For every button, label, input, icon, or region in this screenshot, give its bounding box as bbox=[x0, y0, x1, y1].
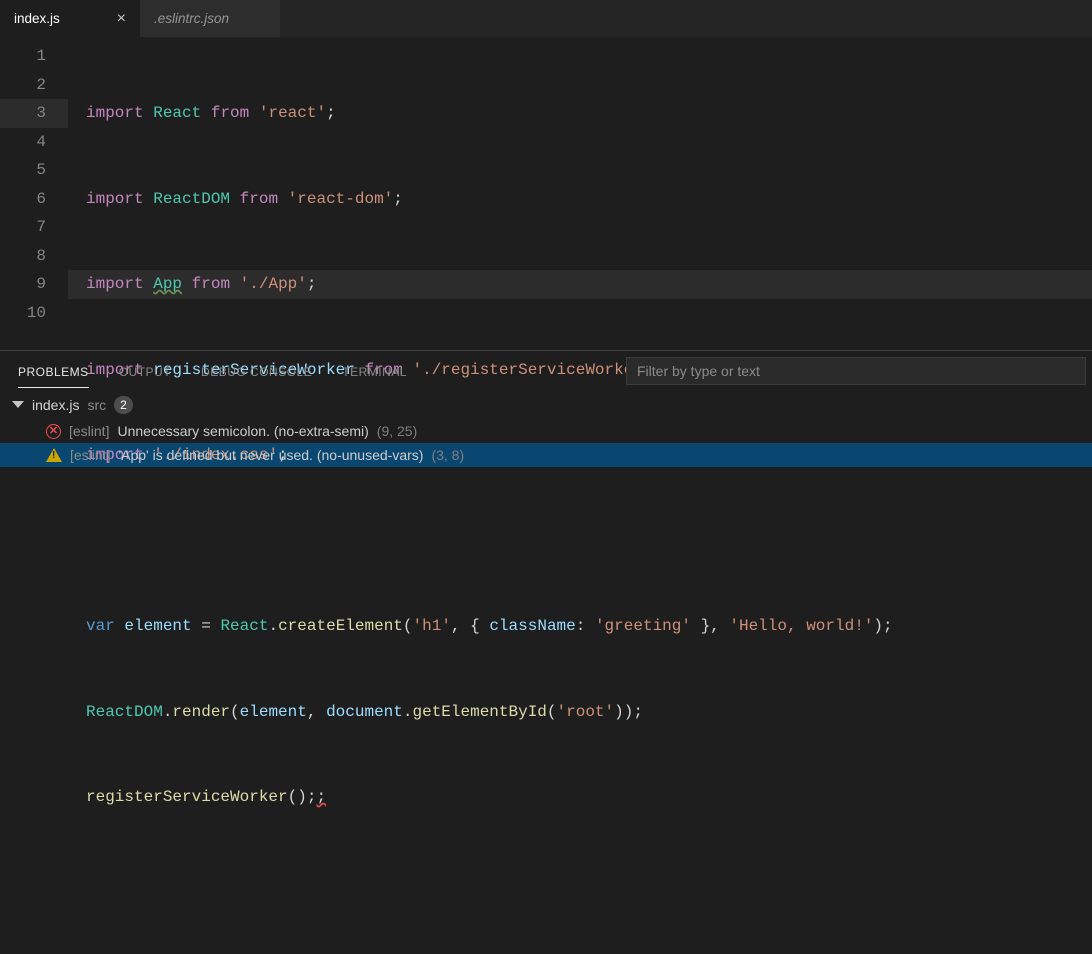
chevron-down-icon[interactable] bbox=[12, 401, 24, 410]
tab-terminal[interactable]: TERMINAL bbox=[342, 355, 407, 387]
code-line[interactable]: import ReactDOM from 'react-dom'; bbox=[68, 185, 1092, 214]
problem-message: 'App' is defined but never used. (no-unu… bbox=[118, 447, 423, 463]
code-line[interactable]: var element = React.createElement('h1', … bbox=[68, 612, 1092, 641]
error-icon: ✕ bbox=[46, 424, 61, 439]
problem-message: Unnecessary semicolon. (no-extra-semi) bbox=[117, 423, 368, 439]
code-line[interactable]: registerServiceWorker();; bbox=[68, 783, 1092, 812]
code-line[interactable] bbox=[68, 527, 1092, 556]
problem-source: [eslint] bbox=[69, 423, 109, 439]
problem-location: (9, 25) bbox=[377, 423, 417, 439]
close-icon[interactable]: × bbox=[97, 10, 126, 28]
tab-label: index.js bbox=[14, 11, 60, 26]
code-content[interactable]: import React from 'react'; import ReactD… bbox=[68, 42, 1092, 350]
line-gutter: 1 2 3 4 5 6 7 8 9 10 bbox=[0, 42, 68, 350]
tab-eslintrc[interactable]: .eslintrc.json bbox=[140, 0, 280, 37]
code-line[interactable]: import React from 'react'; bbox=[68, 99, 1092, 128]
tab-label: .eslintrc.json bbox=[154, 11, 229, 26]
tab-problems[interactable]: PROBLEMS bbox=[18, 355, 89, 388]
editor-tabs: index.js × .eslintrc.json bbox=[0, 0, 1092, 38]
filter-input[interactable]: Filter by type or text bbox=[626, 357, 1086, 385]
filter-placeholder: Filter by type or text bbox=[637, 363, 760, 379]
warning-icon bbox=[46, 448, 62, 462]
tab-output[interactable]: OUTPUT bbox=[119, 355, 171, 387]
code-line[interactable]: ReactDOM.render(element, document.getEle… bbox=[68, 698, 1092, 727]
code-line[interactable] bbox=[68, 869, 1092, 898]
problems-count-badge: 2 bbox=[114, 396, 133, 414]
tab-index-js[interactable]: index.js × bbox=[0, 0, 140, 37]
panel-tabs: PROBLEMS OUTPUT DEBUG CONSOLE TERMINAL bbox=[18, 355, 618, 388]
problem-source: [eslint] bbox=[70, 447, 110, 463]
code-editor[interactable]: 1 2 3 4 5 6 7 8 9 10 import React from '… bbox=[0, 38, 1092, 350]
problem-location: (3, 8) bbox=[431, 447, 464, 463]
tab-debug-console[interactable]: DEBUG CONSOLE bbox=[201, 355, 312, 387]
code-line[interactable]: import App from './App'; bbox=[68, 270, 1092, 299]
problems-file-dir: src bbox=[87, 397, 106, 413]
problems-file-name: index.js bbox=[32, 397, 79, 413]
